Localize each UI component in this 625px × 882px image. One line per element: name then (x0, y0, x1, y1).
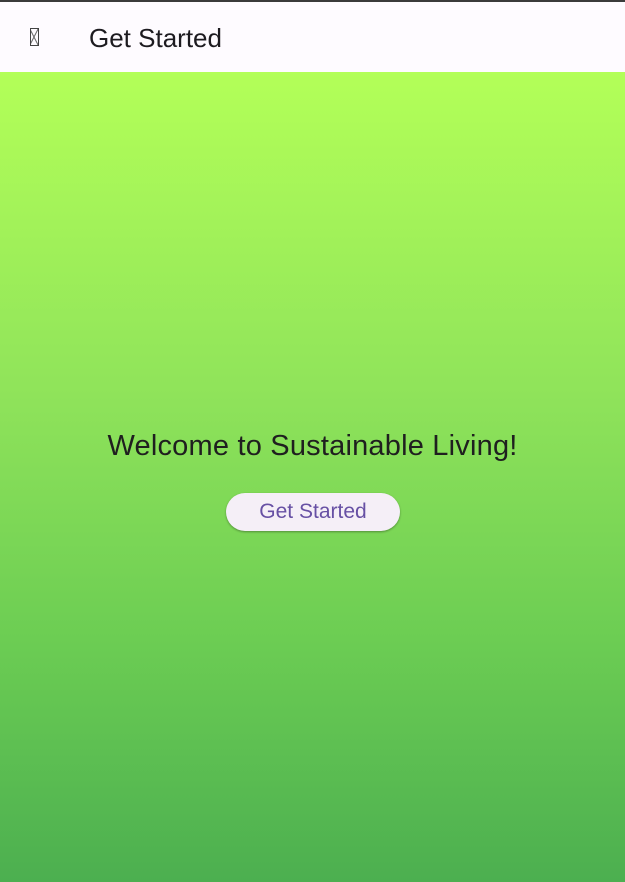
page-title: Get Started (89, 23, 222, 53)
missing-glyph-icon (29, 28, 39, 46)
gradient-background: Welcome to Sustainable Living! Get Start… (0, 72, 625, 882)
menu-button[interactable] (22, 23, 46, 51)
welcome-heading: Welcome to Sustainable Living! (107, 430, 518, 462)
app-bar: Get Started (0, 2, 625, 72)
get-started-button[interactable]: Get Started (226, 493, 400, 531)
